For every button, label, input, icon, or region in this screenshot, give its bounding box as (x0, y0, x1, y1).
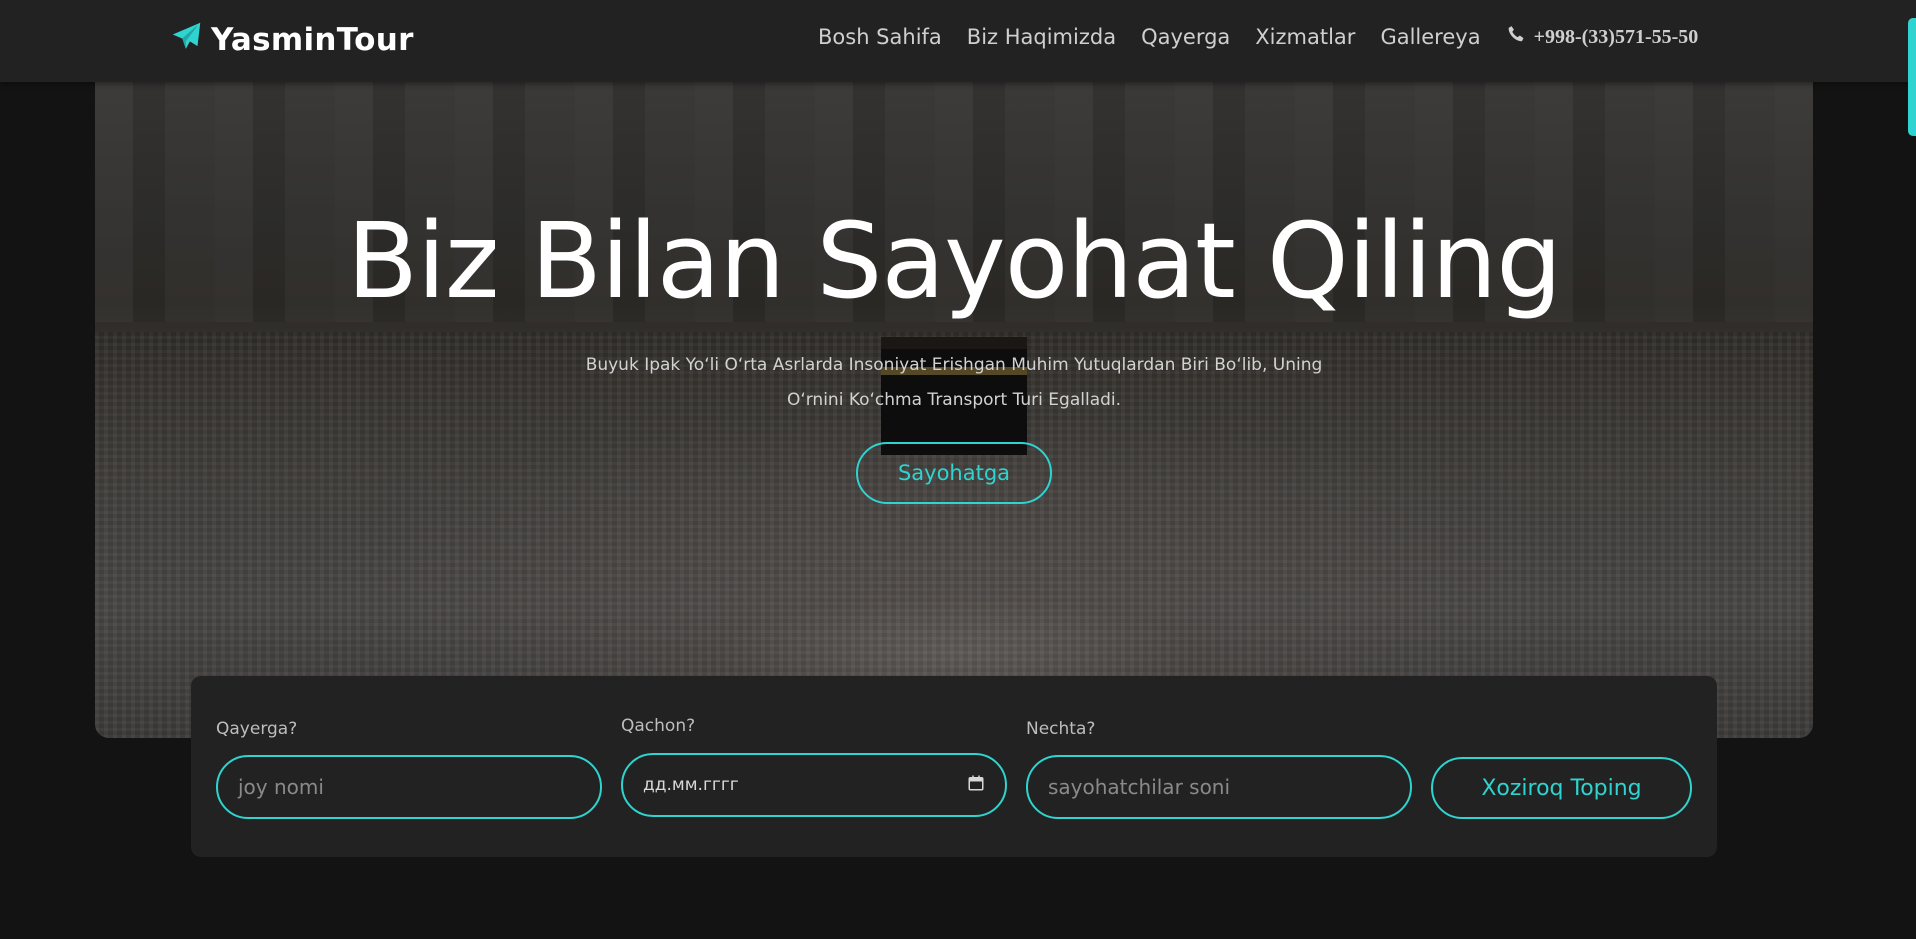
destination-input[interactable]: joy nomi (216, 755, 602, 819)
count-label: Nechta? (1026, 719, 1096, 739)
calendar-icon[interactable] (967, 774, 985, 797)
brand-logo[interactable]: YasminTour (170, 19, 414, 61)
travelers-count-input[interactable]: sayohatchilar soni (1026, 755, 1412, 819)
date-value: дд.мм.гггг (643, 775, 739, 795)
date-input[interactable]: дд.мм.гггг (621, 753, 1007, 817)
brand-name: YasminTour (211, 22, 414, 58)
sayohatga-button[interactable]: Sayohatga (856, 442, 1052, 504)
nav-item-biz-haqimizda[interactable]: Biz Haqimizda (967, 25, 1116, 49)
main-nav: Bosh Sahifa Biz Haqimizda Qayerga Xizmat… (818, 24, 1698, 50)
hero-subtitle: Buyuk Ipak Yo‘li O‘rta Asrlarda Insoniya… (585, 355, 1323, 410)
paper-plane-icon (170, 20, 203, 61)
where-label: Qayerga? (216, 719, 298, 739)
phone-icon (1506, 24, 1526, 50)
nav-item-qayerga[interactable]: Qayerga (1141, 25, 1230, 49)
navbar: YasminTour Bosh Sahifa Biz Haqimizda Qay… (0, 0, 1916, 82)
nav-item-gallereya[interactable]: Gallereya (1380, 25, 1480, 49)
phone-number: +998-(33)571-55-50 (1533, 25, 1699, 48)
search-submit-button[interactable]: Xoziroq Toping (1431, 757, 1692, 819)
scroll-indicator[interactable] (1908, 18, 1916, 136)
phone-link[interactable]: +998-(33)571-55-50 (1506, 24, 1699, 50)
hero-banner: Biz Bilan Sayohat Qiling Buyuk Ipak Yo‘l… (95, 82, 1813, 738)
when-label: Qachon? (621, 716, 696, 736)
search-panel: Qayerga? joy nomi Qachon? дд.мм.гггг Nec… (191, 676, 1717, 857)
nav-item-xizmatlar[interactable]: Xizmatlar (1255, 25, 1355, 49)
nav-item-bosh-sahifa[interactable]: Bosh Sahifa (818, 25, 942, 49)
hero-title: Biz Bilan Sayohat Qiling (346, 200, 1563, 322)
